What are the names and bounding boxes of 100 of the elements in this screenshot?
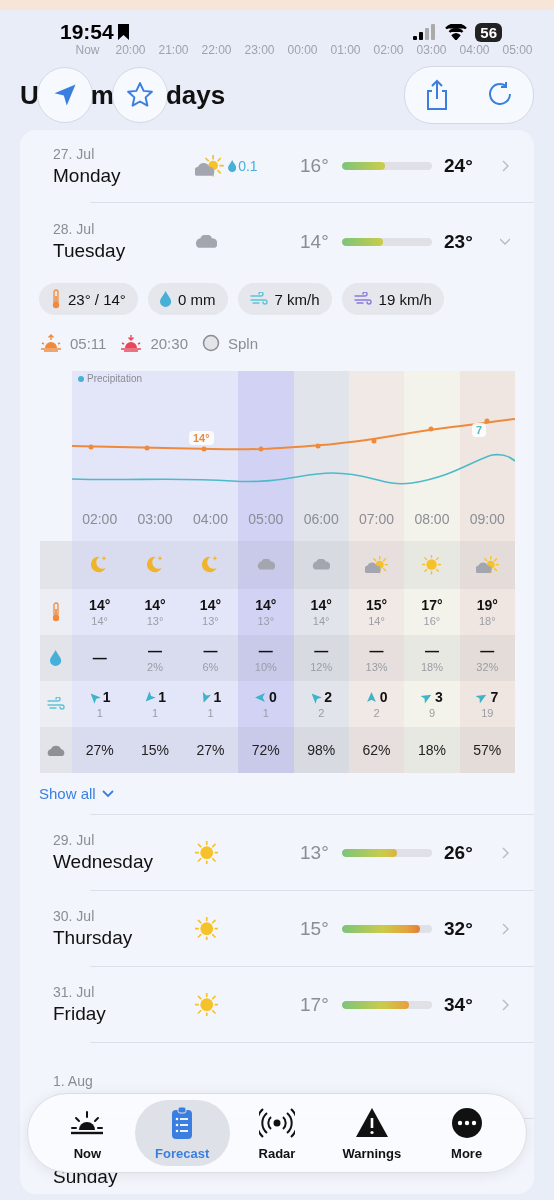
- weather-icon: [475, 555, 499, 575]
- precipitation-amount: 0.1: [238, 158, 258, 174]
- hour-label: 04:00: [192, 511, 228, 527]
- rain-probability: 2%: [147, 661, 163, 673]
- weather-icon: [195, 992, 219, 1017]
- wind-speed: 2: [324, 689, 333, 705]
- weather-icon: [364, 555, 389, 575]
- day-row[interactable]: 27. Jul Monday 0.1 16° 24°: [20, 130, 534, 202]
- cloud-cover: 27%: [85, 742, 114, 758]
- wind-speed: 0: [379, 689, 388, 705]
- gust-value: 9: [428, 707, 435, 719]
- rain-value: —: [148, 643, 163, 659]
- high-temperature: 23°: [444, 230, 474, 253]
- low-temperature: 13°: [300, 841, 330, 864]
- feels-like-value: 14°: [312, 615, 330, 627]
- chip-text: 23° / 14°: [68, 290, 126, 308]
- drop-icon: [159, 291, 172, 307]
- high-temperature: 26°: [444, 841, 474, 864]
- wind-speed: 3: [435, 689, 443, 705]
- moon-phase: Spln: [228, 334, 258, 352]
- gust-value: 1: [262, 707, 269, 719]
- temperature-point: [371, 438, 377, 444]
- day-date: 27. Jul: [53, 145, 96, 162]
- weather-icon: [195, 234, 218, 249]
- legend-dot-icon: [78, 375, 84, 382]
- day-name: Sunday: [53, 1166, 119, 1188]
- temperature-point: [484, 418, 490, 424]
- weather-icon: [195, 916, 219, 941]
- thermometer-icon: [51, 289, 61, 309]
- status-time: 19:54: [60, 20, 114, 44]
- feels-like-value: 13°: [146, 615, 164, 627]
- day-date: 30. Jul: [53, 908, 96, 924]
- wind-direction-icon: [254, 691, 266, 703]
- feels-like-value: 13°: [257, 615, 275, 627]
- feels-like-value: 13°: [202, 615, 219, 627]
- faded-hour-label: 22:00: [201, 43, 232, 57]
- day-row[interactable]: 28. Jul Tuesday 14° 23°: [20, 203, 534, 280]
- wind-icon: [47, 697, 65, 711]
- chevron-icon[interactable]: [500, 921, 510, 936]
- wind-speed: 1: [102, 689, 111, 705]
- chevron-icon[interactable]: [500, 159, 510, 173]
- day-date: 1. Aug: [53, 1072, 94, 1089]
- tab[interactable]: Warnings: [324, 1100, 420, 1166]
- feels-like-value: 18°: [479, 615, 496, 627]
- hour-label: 05:00: [248, 511, 284, 527]
- feels-like-value: 16°: [423, 615, 441, 627]
- high-temperature: 24°: [444, 155, 474, 177]
- thermometer-icon: [51, 602, 61, 622]
- sunset-time: 20:30: [150, 334, 188, 352]
- temperature-label: 14°: [189, 431, 214, 445]
- day-name: Tuesday: [53, 240, 127, 262]
- day-date: 31. Jul: [53, 984, 96, 1000]
- rain-probability: 12%: [310, 661, 333, 673]
- wind-direction-icon: [365, 691, 377, 703]
- chevron-icon[interactable]: [500, 997, 510, 1012]
- tab[interactable]: Now: [40, 1100, 135, 1166]
- day-name: Monday: [53, 164, 122, 187]
- weather-icon: [195, 840, 219, 865]
- temperature-value: 17°: [421, 597, 443, 613]
- chevron-icon: [101, 789, 114, 798]
- day-date: 29. Jul: [53, 832, 96, 848]
- tab[interactable]: Radar: [229, 1100, 325, 1166]
- wind-speed: 7: [490, 689, 499, 705]
- weather-icon: [195, 154, 224, 178]
- moon-phase-icon: [202, 334, 220, 352]
- weather-icon: [91, 555, 108, 575]
- temperature-point: [315, 443, 321, 449]
- tab[interactable]: More: [419, 1100, 514, 1166]
- faded-hour-label: Now: [75, 43, 100, 57]
- temperature-value: 19°: [476, 597, 498, 613]
- chart-legend: Precipitation: [87, 373, 143, 384]
- hour-label: 07:00: [359, 511, 395, 527]
- cloud-icon: [46, 743, 66, 757]
- weather-icon: [422, 555, 442, 575]
- hour-label: 03:00: [137, 511, 173, 527]
- sunrise-icon: [40, 334, 62, 352]
- day-row[interactable]: 30. Jul Thursday 15° 32°: [20, 891, 534, 966]
- day-row[interactable]: 31. Jul Friday 17° 34°: [20, 967, 534, 1042]
- faded-hour-label: 04:00: [459, 43, 490, 57]
- gust-value: 1: [207, 707, 214, 719]
- wind-speed: 1: [158, 689, 166, 705]
- faded-hour-label: 21:00: [158, 43, 189, 57]
- faded-hour-label: 01:00: [330, 43, 361, 57]
- page-title: m: [90, 79, 114, 111]
- rain-probability: 6%: [202, 661, 219, 673]
- temperature-point: [144, 445, 150, 451]
- show-all-link[interactable]: Show all: [39, 785, 114, 802]
- cloud-cover: 15%: [141, 742, 170, 758]
- high-temperature: 34°: [444, 993, 474, 1016]
- rain-value: —: [203, 643, 218, 659]
- hour-label: 02:00: [82, 511, 118, 527]
- low-temperature: 16°: [300, 155, 330, 177]
- day-row[interactable]: 29. Jul Wednesday 13° 26°: [20, 815, 534, 890]
- rain-value: —: [424, 643, 439, 659]
- rain-probability: 32%: [476, 661, 499, 673]
- hour-label: 09:00: [469, 511, 505, 527]
- gust-value: 2: [318, 707, 325, 719]
- hour-label: 06:00: [303, 511, 339, 527]
- chevron-icon[interactable]: [500, 845, 510, 860]
- faded-hour-label: 20:00: [115, 43, 146, 57]
